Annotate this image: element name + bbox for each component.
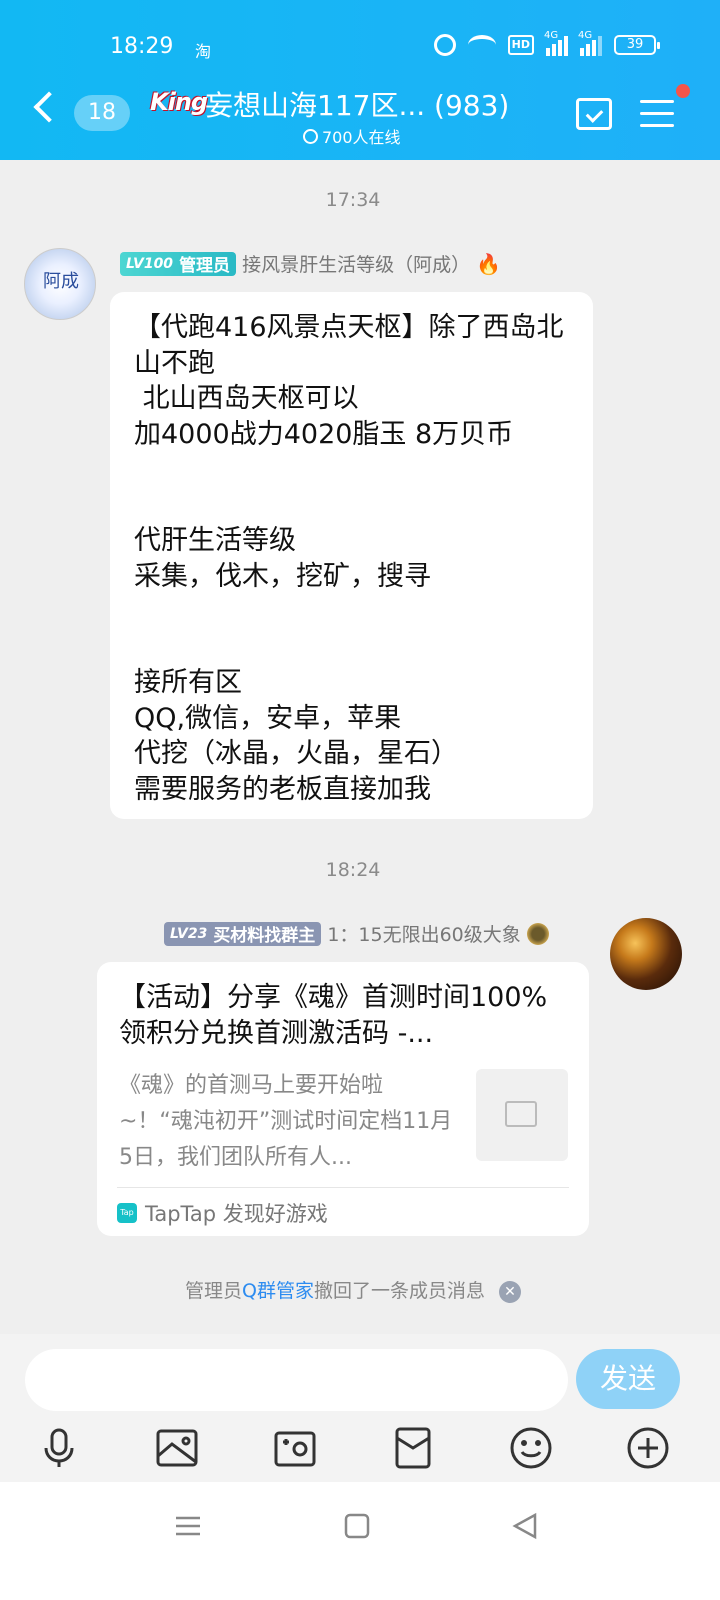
card-description: 《魂》的首测马上要开始啦~！“魂沌初开”测试时间定档11月5日，我们团队所有人.… <box>119 1073 453 1170</box>
link-card[interactable]: 【活动】分享《魂》首测时间100%领积分兑换首测激活码 -... 《魂》的首测马… <box>97 962 589 1236</box>
message-bubble[interactable]: 【代跑416风景点天枢】除了西岛北山不跑 北山西岛天枢可以 加4000战力402… <box>110 292 593 819</box>
status-icons: HD 4G 4G 39 <box>433 30 660 56</box>
plus-icon[interactable] <box>626 1426 670 1470</box>
message-input[interactable] <box>25 1349 568 1411</box>
taptap-logo-icon: Tap <box>117 1203 137 1223</box>
alarm-icon <box>433 34 456 56</box>
microphone-icon[interactable] <box>37 1426 81 1470</box>
avatar[interactable] <box>610 918 682 990</box>
input-toolbar <box>0 1426 720 1474</box>
card-source-label: TapTap 发现好游戏 <box>145 1202 328 1226</box>
sender-info: LV23 买材料找群主 1：15无限出60级大象 <box>164 920 549 947</box>
timestamp: 18:24 <box>325 859 381 881</box>
system-message: 管理员Q群管家撤回了一条成员消息 ✕ <box>0 1276 706 1303</box>
recents-icon[interactable] <box>174 1512 202 1544</box>
card-thumbnail <box>476 1069 568 1161</box>
timestamp: 17:34 <box>325 189 381 211</box>
level-badge: LV23 买材料找群主 <box>164 921 322 946</box>
card-title: 【活动】分享《魂》首测时间100%领积分兑换首测激活码 -... <box>119 982 548 1049</box>
red-packet-icon[interactable] <box>391 1426 435 1470</box>
calendar-checkin-icon[interactable] <box>576 98 612 130</box>
hd-voice-icon: HD <box>507 35 534 55</box>
group-title[interactable]: 妄想山海117区... (983) <box>205 84 509 124</box>
card-source: Tap TapTap 发现好游戏 <box>117 1198 328 1228</box>
avatar[interactable]: 阿成 <box>24 248 96 320</box>
signal-icon: 4G <box>544 30 568 56</box>
close-icon[interactable]: ✕ <box>499 1280 521 1303</box>
taobao-notification-icon: 淘 <box>195 42 212 61</box>
sender-name[interactable]: 接风景肝生活等级（阿成） <box>242 250 470 277</box>
q-group-manager-link[interactable]: Q群管家 <box>242 1280 314 1302</box>
system-nav-bar <box>0 1482 720 1600</box>
status-time: 18:29 <box>110 34 174 59</box>
sender-info: LV100 管理员 接风景肝生活等级（阿成） 🔥 <box>120 250 501 277</box>
status-bar: 18:29 淘 HD 4G 4G 39 <box>0 30 720 64</box>
sender-name[interactable]: 1：15无限出60级大象 <box>327 920 520 947</box>
wifi-icon <box>467 35 496 55</box>
emoji-icon[interactable] <box>509 1426 553 1470</box>
chat-header: 18:29 淘 HD 4G 4G 39 18 King 妄想山海117区... … <box>0 0 720 160</box>
camera-icon[interactable] <box>273 1426 317 1470</box>
medal-icon <box>526 922 549 945</box>
menu-icon[interactable] <box>640 100 674 128</box>
fire-icon: 🔥 <box>476 251 501 276</box>
send-button[interactable]: 发送 <box>576 1349 680 1409</box>
image-placeholder-icon <box>505 1101 537 1127</box>
unread-count-badge[interactable]: 18 <box>74 95 130 131</box>
level-badge: LV100 管理员 <box>120 251 237 276</box>
home-icon[interactable] <box>343 1512 371 1544</box>
online-icon <box>303 128 318 144</box>
back-nav-icon[interactable] <box>511 1512 539 1544</box>
online-count: 700人在线 <box>303 124 401 148</box>
nav-bar: 18 King 妄想山海117区... (983) 700人在线 <box>0 82 720 152</box>
back-icon[interactable] <box>33 91 65 123</box>
signal-icon-2: 4G <box>578 30 602 56</box>
input-area: 发送 <box>0 1334 720 1482</box>
image-icon[interactable] <box>155 1426 199 1470</box>
king-badge-icon: King <box>150 88 208 116</box>
battery-icon: 39 <box>614 35 660 55</box>
divider <box>117 1187 569 1188</box>
notification-dot <box>676 84 690 98</box>
